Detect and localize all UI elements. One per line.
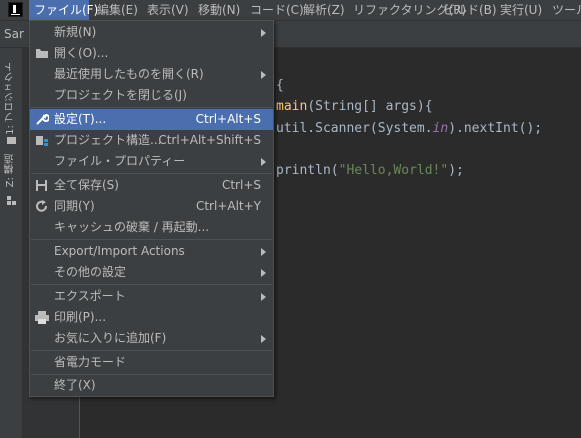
file-menu-dropdown: 新規(N) 開く(O)... 最近使用したものを開く(R) プロジェクトを閉じる… [29, 20, 274, 397]
menu-item-label: 開く(O)... [54, 46, 109, 60]
menu-item-label: 設定(T)... [54, 112, 107, 126]
menu-item-close-project[interactable]: プロジェクトを閉じる(J) [30, 85, 273, 106]
menu-navigate[interactable]: 移動(N) [193, 0, 245, 20]
menu-item-open[interactable]: 開く(O)... [30, 43, 273, 64]
structure-icon [7, 196, 16, 205]
menu-item-export-import-actions[interactable]: Export/Import Actions [30, 241, 273, 262]
print-icon [35, 311, 49, 324]
tool-window-strip: 1: プロジェクト Z: 構造 [0, 48, 23, 438]
menu-item-label: 全て保存(S) [54, 178, 119, 192]
submenu-arrow-icon [261, 158, 266, 166]
code-line-4: println("Hello,World!"); [276, 163, 464, 178]
menu-build[interactable]: ビルド(B) [438, 0, 502, 20]
menu-item-add-to-favorites[interactable]: お気に入りに追加(F) [30, 328, 273, 349]
wrench-icon [36, 113, 49, 125]
menu-bar: ファイル(F) 編集(E) 表示(V) 移動(N) コード(C) 解析(Z) リ… [0, 0, 581, 21]
menu-item-label: プロジェクトを閉じる(J) [54, 88, 187, 102]
menu-separator [31, 350, 272, 351]
menu-view[interactable]: 表示(V) [142, 0, 194, 20]
menu-item-export[interactable]: エクスポート [30, 286, 273, 307]
save-icon [36, 180, 47, 191]
menu-item-print[interactable]: 印刷(P)... [30, 307, 273, 328]
menu-item-label: 最近使用したものを開く(R) [54, 67, 204, 81]
menu-item-exit[interactable]: 終了(X) [30, 375, 273, 396]
submenu-arrow-icon [261, 248, 266, 256]
menu-item-label: 同期(Y) [54, 199, 95, 213]
menu-tools[interactable]: ツール [547, 0, 581, 20]
submenu-arrow-icon [261, 335, 266, 343]
menu-item-label: Export/Import Actions [54, 244, 185, 258]
menu-item-file-properties[interactable]: ファイル・プロパティー [30, 151, 273, 172]
menu-item-label: その他の設定 [54, 265, 127, 279]
submenu-arrow-icon [261, 71, 266, 79]
menu-item-project-structure[interactable]: プロジェクト構造... Ctrl+Alt+Shift+S [30, 130, 273, 151]
submenu-arrow-icon [261, 29, 266, 37]
menu-item-label: 印刷(P)... [54, 310, 107, 324]
menu-item-settings[interactable]: 設定(T)... Ctrl+Alt+S [30, 109, 273, 130]
menu-item-shortcut: Ctrl+S [221, 178, 261, 192]
menu-edit[interactable]: 編集(E) [92, 0, 143, 20]
menu-item-label: 新規(N) [54, 25, 97, 39]
menu-separator [31, 173, 272, 174]
menu-item-shortcut: Ctrl+Alt+S [195, 112, 261, 126]
menu-item-label: エクスポート [54, 289, 126, 303]
project-structure-icon [36, 136, 48, 146]
code-line-3: util.Scanner(System.in).nextInt(); [276, 121, 543, 136]
menu-item-label: キャッシュの破棄 / 再起動... [54, 220, 210, 234]
menu-item-other-settings[interactable]: その他の設定 [30, 262, 273, 283]
menu-separator [31, 107, 272, 108]
menu-item-label: 省電力モード [54, 355, 127, 369]
project-tool-tab[interactable]: 1: プロジェクト [3, 62, 18, 135]
menu-separator [31, 239, 272, 240]
menu-item-label: 終了(X) [54, 378, 96, 392]
menu-run[interactable]: 実行(U) [495, 0, 547, 20]
folder-icon [36, 49, 48, 58]
menu-item-new[interactable]: 新規(N) [30, 22, 273, 43]
menu-item-label: ファイル・プロパティー [54, 154, 186, 168]
menu-item-label: プロジェクト構造... [54, 133, 162, 147]
menu-item-synchronize[interactable]: 同期(Y) Ctrl+Alt+Y [30, 196, 273, 217]
sync-icon [36, 200, 47, 212]
menu-item-power-save-mode[interactable]: 省電力モード [30, 352, 273, 373]
project-tab-label[interactable]: Sar [4, 27, 24, 41]
menu-analyze[interactable]: 解析(Z) [298, 0, 350, 20]
code-line-1: { [276, 78, 284, 93]
project-folder-icon [7, 137, 16, 144]
menu-file[interactable]: ファイル(F) [29, 0, 98, 20]
menu-separator [31, 284, 272, 285]
submenu-arrow-icon [261, 269, 266, 277]
menu-item-shortcut: Ctrl+Alt+Shift+S [158, 133, 261, 147]
code-line-2: main(String[] args){ [276, 99, 433, 114]
menu-item-recent[interactable]: 最近使用したものを開く(R) [30, 64, 273, 85]
menu-item-invalidate-caches[interactable]: キャッシュの破棄 / 再起動... [30, 217, 273, 238]
menu-item-shortcut: Ctrl+Alt+Y [195, 199, 261, 213]
structure-tool-tab[interactable]: Z: 構造 [3, 154, 18, 187]
app-logo-icon [8, 2, 23, 17]
menu-item-label: お気に入りに追加(F) [54, 331, 167, 345]
menu-item-save-all[interactable]: 全て保存(S) Ctrl+S [30, 175, 273, 196]
submenu-arrow-icon [261, 293, 266, 301]
